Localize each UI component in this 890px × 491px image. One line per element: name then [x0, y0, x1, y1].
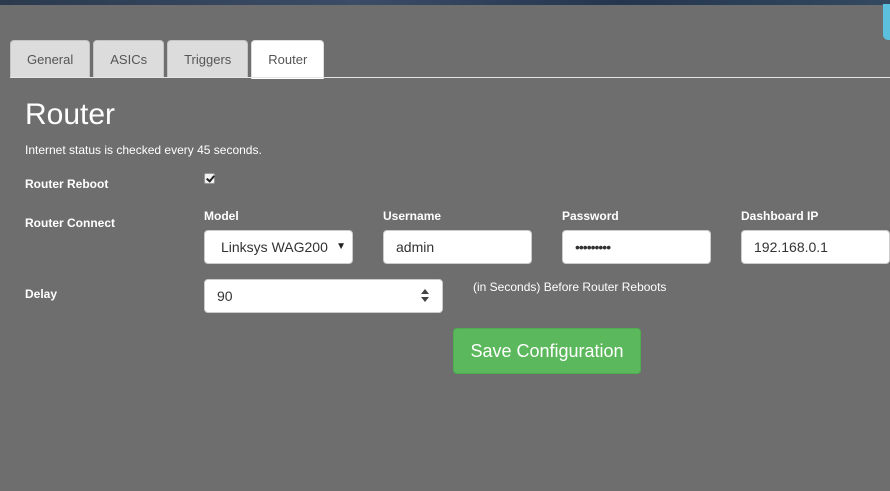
tab-triggers[interactable]: Triggers	[167, 40, 249, 77]
corner-accent	[883, 4, 890, 40]
page-subtitle: Internet status is checked every 45 seco…	[25, 143, 262, 157]
router-connect-label: Router Connect	[25, 216, 115, 230]
model-select[interactable]: Linksys WAG200 ▼	[204, 230, 353, 264]
delay-hint: (in Seconds) Before Router Reboots	[473, 280, 667, 294]
tab-general[interactable]: General	[10, 40, 91, 77]
delay-label: Delay	[25, 287, 58, 301]
tab-router[interactable]: Router	[251, 40, 325, 79]
dashboard-ip-input[interactable]: 192.168.0.1	[741, 230, 890, 264]
tab-bar: General ASICs Triggers Router	[10, 40, 325, 79]
delay-input[interactable]: 90	[204, 279, 443, 313]
router-reboot-checkbox[interactable]	[204, 173, 215, 184]
password-input[interactable]: •••••••••	[562, 230, 711, 264]
caret-down-icon: ▼	[336, 241, 346, 252]
dashboard-ip-label: Dashboard IP	[741, 209, 819, 223]
tab-asics[interactable]: ASICs	[93, 40, 165, 77]
password-label: Password	[562, 209, 619, 223]
browser-top-bar	[0, 0, 890, 5]
username-input[interactable]: admin	[383, 230, 532, 264]
save-configuration-button[interactable]: Save Configuration	[453, 328, 641, 374]
delay-input-value: 90	[217, 288, 233, 304]
router-reboot-label: Router Reboot	[25, 177, 109, 191]
page-title: Router	[25, 98, 116, 131]
username-label: Username	[383, 209, 442, 223]
model-label: Model	[204, 209, 239, 223]
tab-divider	[10, 77, 890, 78]
spinner-arrows-icon[interactable]	[420, 289, 430, 303]
model-select-value: Linksys WAG200	[221, 239, 328, 255]
